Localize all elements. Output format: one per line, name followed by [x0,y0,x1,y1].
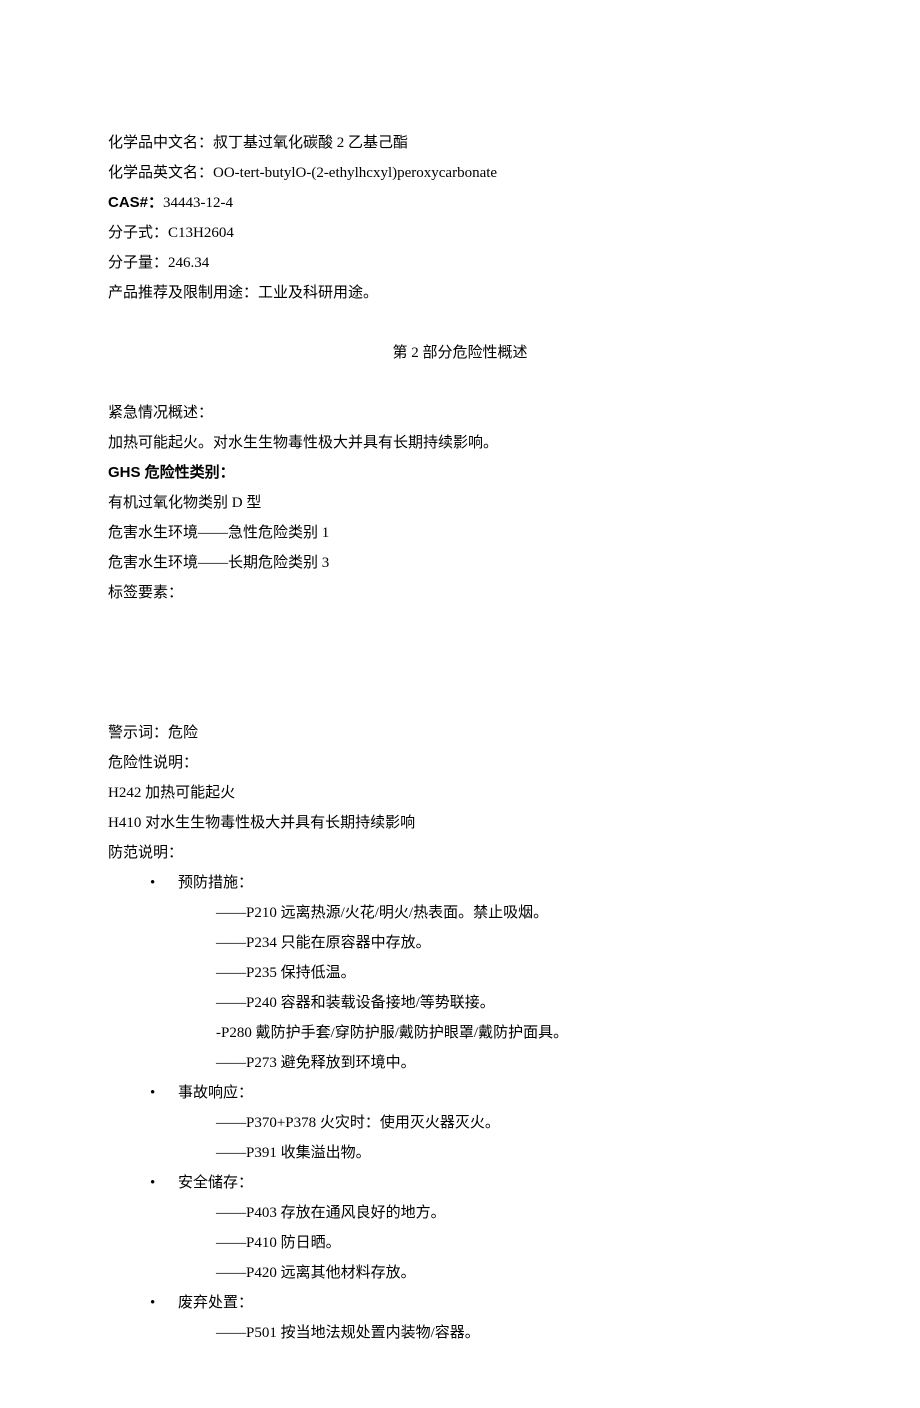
precaution-item: ——P391 收集溢出物。 [216,1138,812,1168]
signal-word: 警示词：危险 [108,718,812,748]
value: 危险 [168,725,198,741]
precaution-group-response: 事故响应： ——P370+P378 火灾时：使用灭火器灭火。 ——P391 收集… [178,1078,812,1168]
precautionary-label: 防范说明： [108,838,812,868]
value: 工业及科研用途。 [258,285,378,301]
value: 叔丁基过氧化碳酸 2 乙基己酯 [213,135,408,151]
molecular-formula: 分子式：C13H2604 [108,218,812,248]
precaution-sublist: ——P501 按当地法规处置内装物/容器。 [178,1318,812,1348]
cas-number: CAS#：34443-12-4 [108,188,812,218]
emergency-overview-text: 加热可能起火。对水生生物毒性极大并具有长期持续影响。 [108,428,812,458]
precaution-sublist: ——P210 远离热源/火花/明火/热表面。禁止吸烟。 ——P234 只能在原容… [178,898,812,1078]
precaution-item: -P280 戴防护手套/穿防护服/戴防护眼罩/戴防护面具。 [216,1018,812,1048]
precaution-group-disposal: 废弃处置： ——P501 按当地法规处置内装物/容器。 [178,1288,812,1348]
precaution-item: ——P501 按当地法规处置内装物/容器。 [216,1318,812,1348]
hazard-statements-label: 危险性说明： [108,748,812,778]
group-title: 预防措施： [178,875,253,891]
value: 246.34 [168,255,209,271]
precaution-group-prevention: 预防措施： ——P210 远离热源/火花/明火/热表面。禁止吸烟。 ——P234… [178,868,812,1078]
group-title: 安全储存： [178,1175,253,1191]
precaution-group-storage: 安全储存： ——P403 存放在通风良好的地方。 ——P410 防日晒。 ——P… [178,1168,812,1288]
value: OO-tert-butylO-(2-ethylhcxyl)peroxycarbo… [213,165,497,181]
ghs-item: 有机过氧化物类别 D 型 [108,488,812,518]
molecular-weight: 分子量：246.34 [108,248,812,278]
precaution-item: ——P234 只能在原容器中存放。 [216,928,812,958]
label: CAS#： [108,194,163,211]
precaution-item: ——P420 远离其他材料存放。 [216,1258,812,1288]
precaution-item: ——P210 远离热源/火花/明火/热表面。禁止吸烟。 [216,898,812,928]
hazard-statement: H410 对水生生物毒性极大并具有长期持续影响 [108,808,812,838]
label-elements: 标签要素： [108,578,812,608]
recommended-use: 产品推荐及限制用途：工业及科研用途。 [108,278,812,308]
ghs-classification-label: GHS 危险性类别： [108,458,812,488]
precaution-sublist: ——P403 存放在通风良好的地方。 ——P410 防日晒。 ——P420 远离… [178,1198,812,1288]
value: 34443-12-4 [163,195,233,211]
ghs-item: 危害水生环境——长期危险类别 3 [108,548,812,578]
precaution-item: ——P403 存放在通风良好的地方。 [216,1198,812,1228]
precaution-item: ——P240 容器和装载设备接地/等势联接。 [216,988,812,1018]
precaution-item: ——P273 避免释放到环境中。 [216,1048,812,1078]
section-2-header: 第 2 部分危险性概述 [108,338,812,368]
group-title: 废弃处置： [178,1295,253,1311]
label: 分子量： [108,255,168,271]
precaution-item: ——P370+P378 火灾时：使用灭火器灭火。 [216,1108,812,1138]
hazard-statement: H242 加热可能起火 [108,778,812,808]
group-title: 事故响应： [178,1085,253,1101]
precaution-item: ——P235 保持低温。 [216,958,812,988]
emergency-overview-label: 紧急情况概述： [108,398,812,428]
chemical-name-en: 化学品英文名：OO-tert-butylO-(2-ethylhcxyl)pero… [108,158,812,188]
label: 分子式： [108,225,168,241]
precaution-group-list: 预防措施： ——P210 远离热源/火花/明火/热表面。禁止吸烟。 ——P234… [108,868,812,1348]
label: 警示词： [108,725,168,741]
precaution-item: ——P410 防日晒。 [216,1228,812,1258]
value: C13H2604 [168,225,234,241]
precaution-sublist: ——P370+P378 火灾时：使用灭火器灭火。 ——P391 收集溢出物。 [178,1108,812,1168]
label: 化学品英文名： [108,165,213,181]
label: 化学品中文名： [108,135,213,151]
ghs-item: 危害水生环境——急性危险类别 1 [108,518,812,548]
chemical-name-cn: 化学品中文名：叔丁基过氧化碳酸 2 乙基己酯 [108,128,812,158]
label: 产品推荐及限制用途： [108,285,258,301]
